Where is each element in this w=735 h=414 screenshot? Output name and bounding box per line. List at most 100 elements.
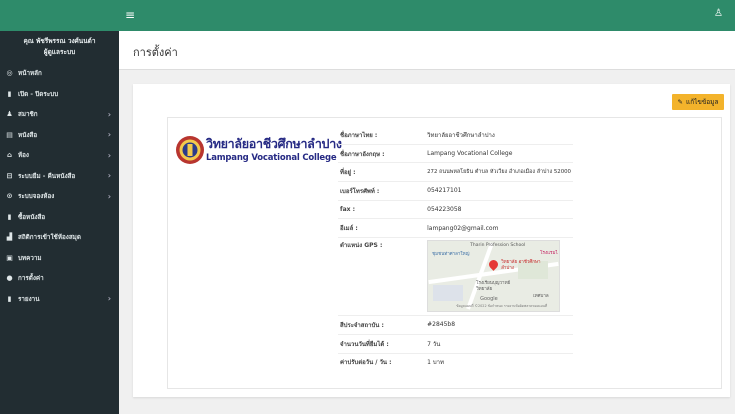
map-label-left: ชุมชนท่าศาลาใหญ่ [432,252,470,258]
map-district-label: เทศบาล [533,294,549,300]
booking-icon: ⊙ [6,192,13,201]
table-row: สีประจำสถาบัน : #2845b8 [338,315,573,335]
sidebar-item-label: ระบบจองห้อง [18,193,55,201]
phone-value: 054217101 [425,181,573,201]
chevron-right-icon: › [107,294,111,304]
table-row: เบอร์โทรศัพท์ :054217101 [338,181,573,201]
edit-button-label: แก้ไขข้อมูล [686,98,719,106]
sidebar-item[interactable]: ▮ รายงาน › [0,289,119,310]
map-google-logo: Google [480,296,498,303]
chevron-right-icon: › [107,150,111,160]
college-logo: วิทยาลัยอาชีวศึกษาลำปาง Lampang Vocation… [175,133,342,177]
sidebar-item-label: หนังสือ [18,131,38,139]
library-code-label: สีประจำสถาบัน : [338,315,426,335]
address-value: 272 ถนนพหลโยธิน ตำบล หัวเวียง อำเภอเมือง… [425,162,573,182]
table-row: fax :054223058 [338,199,573,219]
sidebar-item-label: รายงาน [18,295,40,303]
table-row: ที่อยู่ :272 ถนนพหลโยธิน ตำบล หัวเวียง อ… [338,162,573,182]
map-pin-icon [487,258,500,271]
settings-panel: วิทยาลัยอาชีวศึกษาลำปาง Lampang Vocation… [167,117,722,389]
sidebar-item-label: หน้าหลัก [18,70,42,78]
gps-label: ตำแหน่ง GPS : [338,237,426,316]
map-school-label: โรงเรียนบุญวาทย์ วิทยาลัย [476,281,511,293]
sidebar-menu: ◎ หน้าหลัก ▮ เปิด - ปิดระบบ ♟ สมาชิก › ▤ หนังสือ… [0,63,119,309]
sidebar-item-label: สถิติการเข้าใช้ห้องสมุด [18,234,81,242]
sidebar-item[interactable]: ▣ บทความ [0,248,119,269]
sidebar-item-label: ซื้อหนังสือ [18,213,46,221]
member-icon: ♟ [6,110,13,119]
phone-label: เบอร์โทรศัพท์ : [338,181,426,201]
email-label: อีเมล์ : [338,218,426,238]
seal-icon [176,136,204,164]
sidebar-item[interactable]: ♟ สมาชิก › [0,104,119,125]
sidebar-item-label: ห้อง [18,152,30,160]
user-panel: คุณ พัชรีพรรณ วงศ์นนต์า ผู้ดูแลระบบ [0,31,119,63]
stats-icon: ▟ [6,233,13,242]
borrow-days-value: 7 วัน [425,333,573,353]
thai-name-label: ชื่อภาษาไทย : [340,131,378,139]
settings-card: ✎ แก้ไขข้อมูล วิทยาลัยอาชีวศึกษาลำปาง La… [133,84,730,397]
sidebar-item[interactable]: ● การตั้งค่า [0,268,119,289]
sidebar-item[interactable]: ◎ หน้าหลัก [0,63,119,84]
logo-english-name: Lampang Vocational College [206,153,337,163]
sidebar-item[interactable]: ▟ สถิติการเข้าใช้ห้องสมุด [0,227,119,248]
fine-label: ค่าปรับต่อวัน / วัน : [338,352,426,372]
user-name: คุณ พัชรีพรรณ วงศ์นนต์า [23,37,96,45]
content-header: การตั้งค่า [119,31,735,70]
map-footer: ข้อมูลแผนที่ ©2022 ข้อกำหนด รายงานข้อผิด… [456,304,548,309]
college-info-table: ชื่อภาษาไทย : วิทยาลัยอาชีวศึกษาลำปาง ชื่… [338,126,573,372]
book-icon: ▤ [6,130,13,139]
table-row: จำนวนวันที่ยืมได้ :7 วัน [338,333,573,353]
report-icon: ▮ [7,294,12,303]
sidebar-item-label: ระบบยืม - คืนหนังสือ [18,172,76,180]
sidebar-item-label: เปิด - ปิดระบบ [18,90,59,98]
map-pin-label: วิทยาลัย อาชีวศึกษาลำปาง [501,260,541,272]
chevron-right-icon: › [107,171,111,181]
user-icon[interactable]: ♙ [714,8,723,19]
sidebar-item[interactable]: ⊙ ระบบจองห้อง › [0,186,119,207]
table-row: ตำแหน่ง GPS : Tharin Profession School ช… [338,237,573,316]
sidebar-item[interactable]: ▮ ซื้อหนังสือ [0,207,119,228]
room-icon: ⌂ [6,151,12,160]
sidebar: คุณ พัชรีพรรณ วงศ์นนต์า ผู้ดูแลระบบ ◎ หน้… [0,0,119,414]
sidebar-item[interactable]: ▤ หนังสือ › [0,125,119,146]
dashboard-icon: ◎ [6,69,13,78]
hamburger-icon[interactable]: ≡ [125,8,135,22]
fine-value: 1 บาท [425,352,573,372]
logo-thai-name: วิทยาลัยอาชีวศึกษาลำปาง [206,136,342,151]
settings-icon: ● [6,274,13,283]
map-label-top: Tharin Profession School [470,243,526,249]
sidebar-item[interactable]: ⊟ ระบบยืม - คืนหนังสือ › [0,166,119,187]
email-value: lampang02@gmail.com [425,218,573,238]
sidebar-brand-bar [0,0,119,31]
thai-name-value: วิทยาลัยอาชีวศึกษาลำปาง [427,131,495,139]
fax-value: 054223058 [425,199,573,219]
top-navbar: ≡ ♙ [119,0,735,31]
gps-map[interactable]: Tharin Profession School ชุมชนท่าศาลาใหญ… [427,240,561,313]
sidebar-item[interactable]: ⌂ ห้อง › [0,145,119,166]
map-label-right: โรงแรมไ [540,251,558,257]
table-row: ค่าปรับต่อวัน / วัน :1 บาท [338,352,573,372]
sidebar-item-label: บทความ [18,254,42,262]
table-row: ชื่อภาษาอังกฤษ : Lampang Vocational Colle… [338,143,573,163]
article-icon: ▣ [6,253,13,262]
address-label: ที่อยู่ : [338,162,426,182]
chevron-right-icon: › [107,130,111,140]
library-code-value: #2845b8 [425,315,573,335]
edit-icon: ✎ [677,98,683,106]
sidebar-item-label: การตั้งค่า [18,275,44,283]
sidebar-item-label: สมาชิก [18,111,38,119]
bookmark-icon: ▮ [7,212,12,221]
table-row: ชื่อภาษาไทย : วิทยาลัยอาชีวศึกษาลำปาง [338,126,573,144]
edit-button[interactable]: ✎ แก้ไขข้อมูล [672,94,724,110]
page-title: การตั้งค่า [133,46,178,59]
chevron-right-icon: › [107,109,111,119]
eng-name-value: Lampang Vocational College [425,143,573,163]
map-block [433,285,464,302]
fax-label: fax : [338,199,426,219]
sidebar-item[interactable]: ▮ เปิด - ปิดระบบ [0,84,119,105]
user-role: ผู้ดูแลระบบ [43,48,76,56]
eng-name-label: ชื่อภาษาอังกฤษ : [338,143,426,163]
book-icon: ▮ [7,89,12,98]
borrow-icon: ⊟ [6,171,13,180]
